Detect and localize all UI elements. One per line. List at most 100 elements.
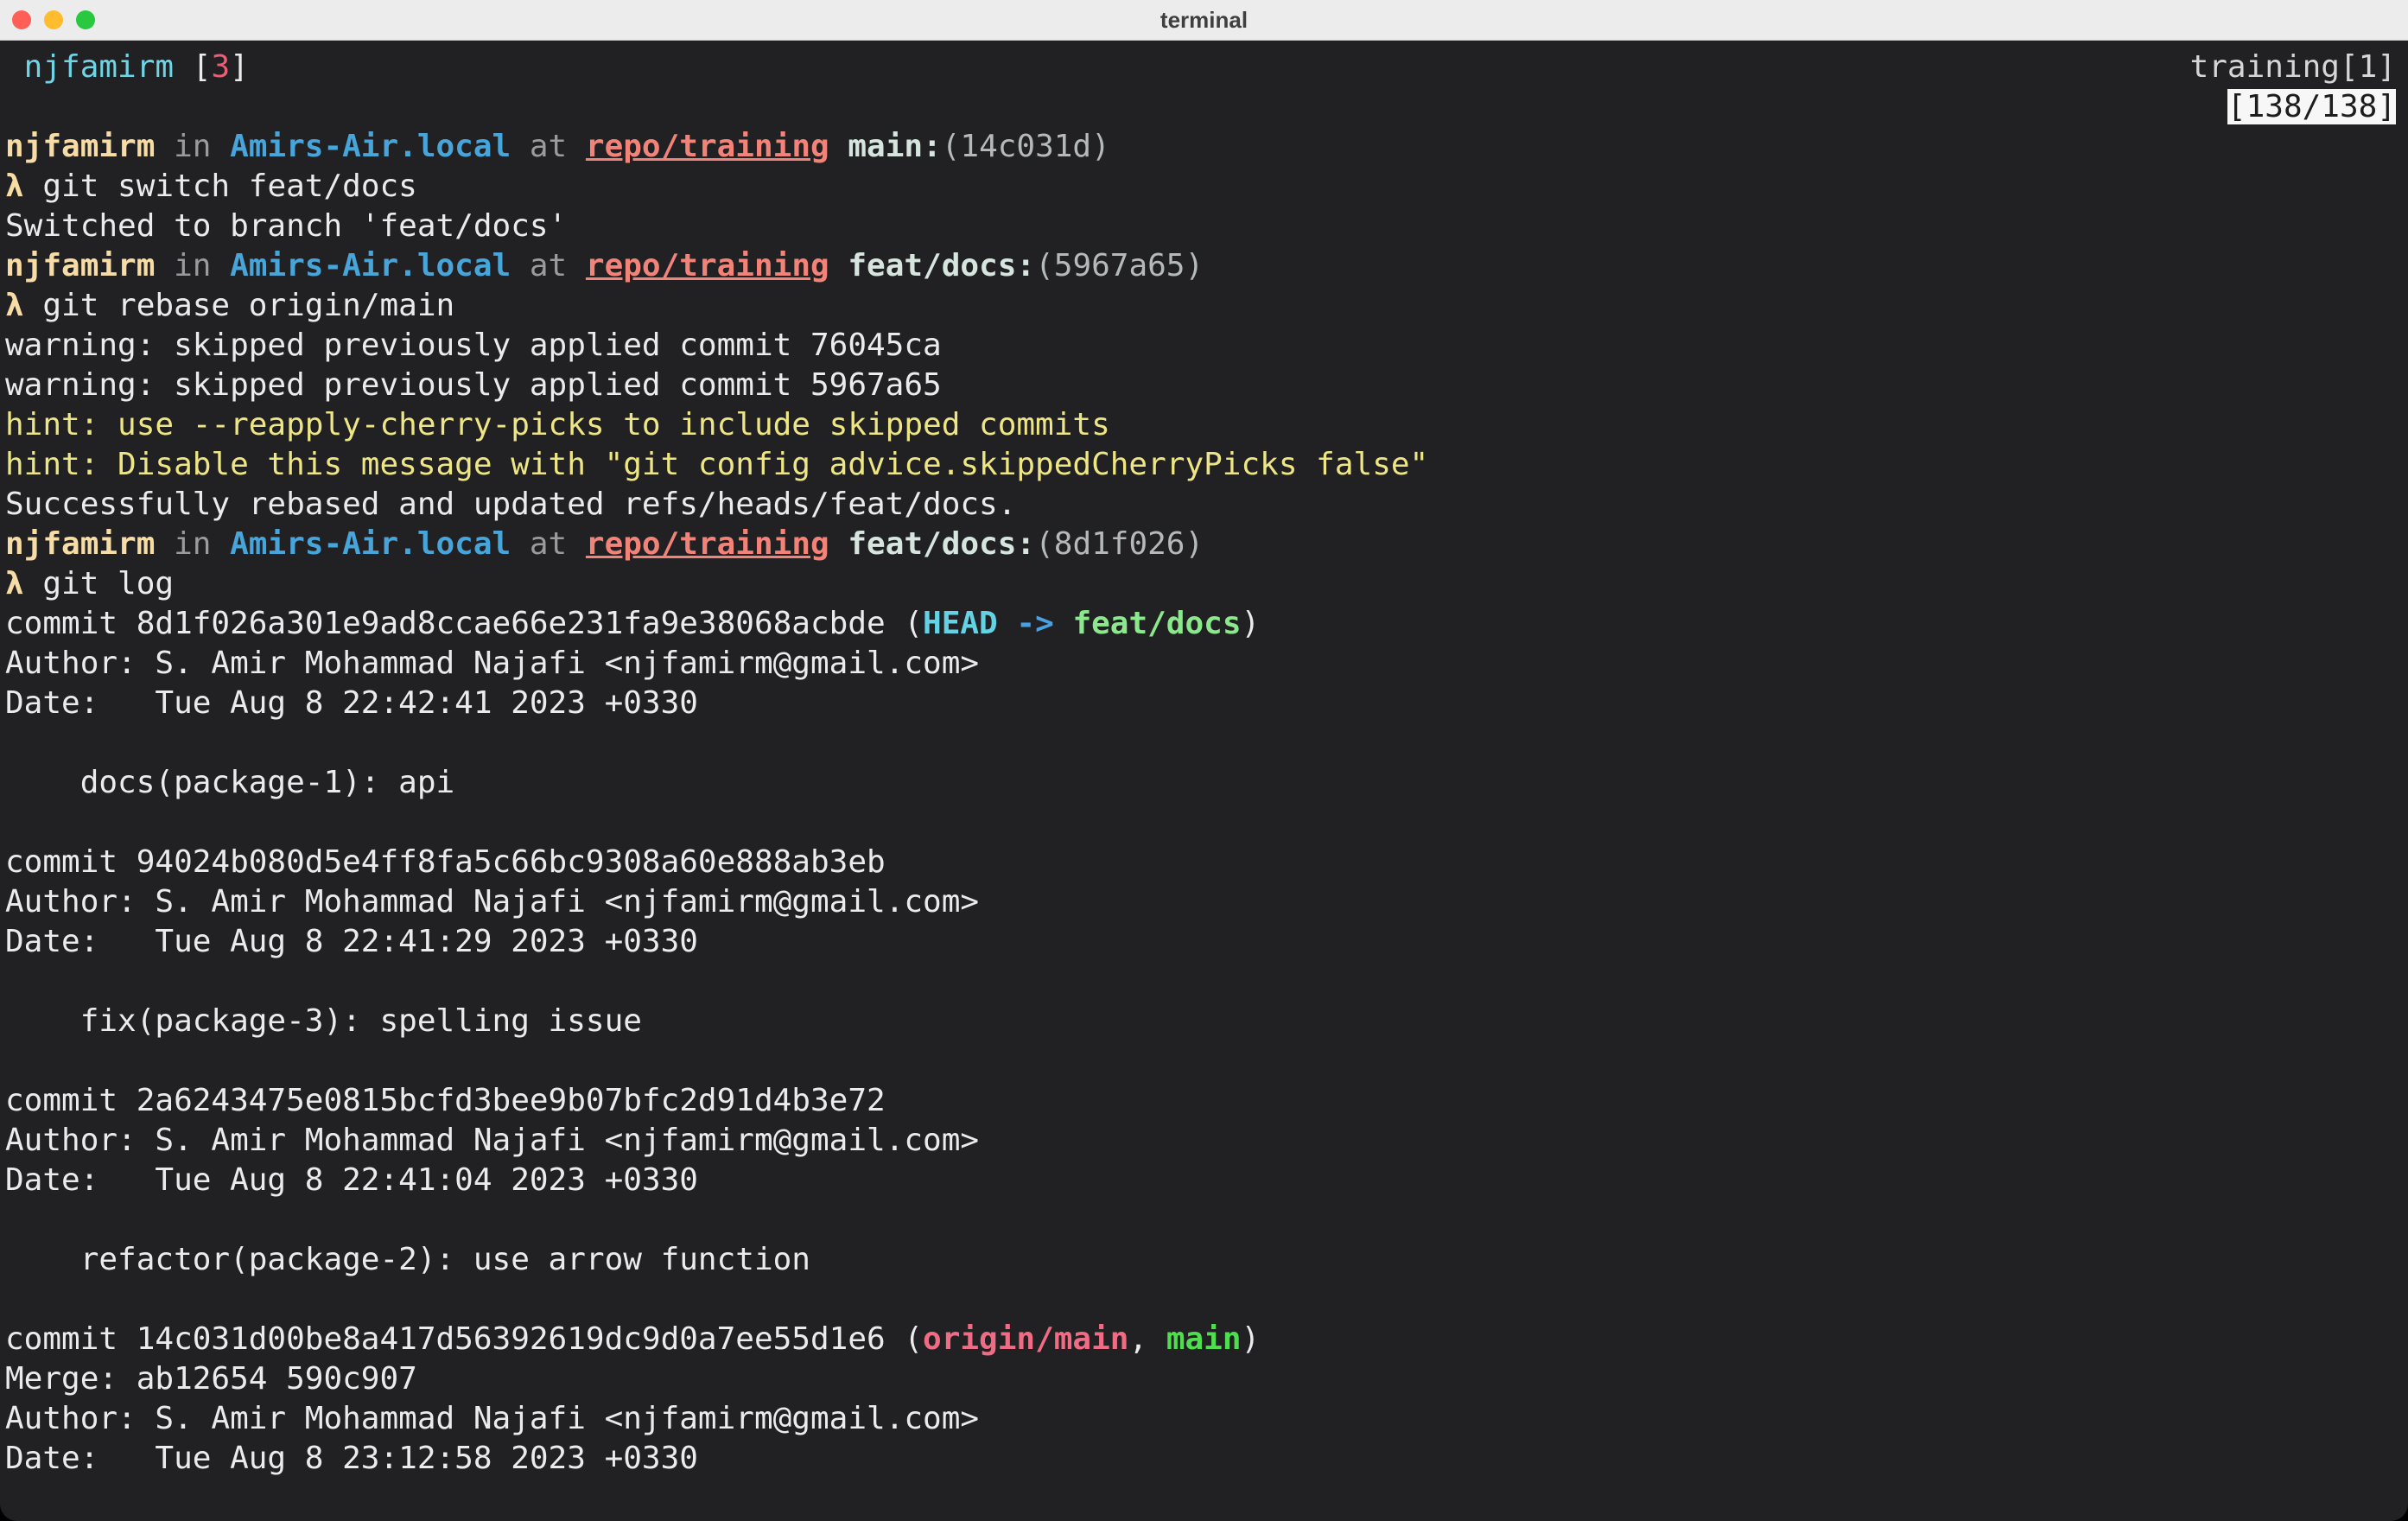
commit-message-line: docs(package-1): api: [5, 763, 2396, 803]
prompt-line: njfamirm in Amirs-Air.local at repo/trai…: [5, 525, 2396, 564]
line-left: Date: Tue Aug 8 22:42:41 2023 +0330: [5, 684, 698, 723]
text-segment: commit 14c031d00be8a417d56392619dc9d0a7e…: [5, 1321, 924, 1357]
output-line: Successfully rebased and updated refs/he…: [5, 485, 2396, 525]
pane-counter-line: [138/138]: [5, 87, 2396, 127]
text-segment: Author: S. Amir Mohammad Najafi <njfamir…: [5, 1401, 980, 1436]
line-left: Merge: ab12654 590c907: [5, 1359, 417, 1399]
line-left: commit 14c031d00be8a417d56392619dc9d0a7e…: [5, 1320, 1260, 1359]
prompt-symbol: λ: [5, 169, 24, 204]
line-left: warning: skipped previously applied comm…: [5, 366, 942, 405]
text-segment: at: [511, 248, 586, 283]
line-left: hint: Disable this message with "git con…: [5, 445, 1428, 485]
line-left: docs(package-1): api: [5, 763, 454, 803]
line-left: njfamirm in Amirs-Air.local at repo/trai…: [5, 246, 1204, 286]
prompt-path: repo/training: [585, 526, 829, 562]
commit-header-line: commit 8d1f026a301e9ad8ccae66e231fa9e380…: [5, 604, 2396, 644]
commit-header-line: commit 94024b080d5e4ff8fa5c66bc9308a60e8…: [5, 843, 2396, 882]
text-segment: Switched to branch 'feat/docs': [5, 208, 568, 244]
text-segment: Date: Tue Aug 8 22:41:29 2023 +0330: [5, 924, 698, 959]
text-segment: in: [155, 526, 231, 562]
line-left: commit 94024b080d5e4ff8fa5c66bc9308a60e8…: [5, 843, 886, 882]
hint-line: hint: use --reapply-cherry-picks to incl…: [5, 405, 2396, 445]
text-segment: hint: Disable this message with "git con…: [5, 447, 1429, 482]
text-segment: at: [511, 129, 586, 164]
text-segment: docs(package-1): api: [5, 765, 455, 800]
text-segment: Merge: ab12654 590c907: [5, 1361, 417, 1397]
text-segment: Author: S. Amir Mohammad Najafi <njfamir…: [5, 884, 980, 920]
prompt-symbol: λ: [5, 566, 24, 601]
line-left: warning: skipped previously applied comm…: [5, 326, 942, 366]
text-segment: Author: S. Amir Mohammad Najafi <njfamir…: [5, 1123, 980, 1158]
commit-header-line: commit 2a6243475e0815bcfd3bee9b07bfc2d91…: [5, 1081, 2396, 1121]
window-title: terminal: [1160, 6, 1248, 33]
date-line: Date: Tue Aug 8 22:42:41 2023 +0330: [5, 684, 2396, 723]
text-segment: refactor(package-2): use arrow function: [5, 1242, 810, 1277]
command-line: λ git switch feat/docs: [5, 167, 2396, 207]
ref-head: HEAD: [923, 606, 998, 641]
line-left: njfamirm in Amirs-Air.local at repo/trai…: [5, 127, 1110, 167]
commit-message-line: fix(package-3): spelling issue: [5, 1002, 2396, 1041]
ref-arrow: ->: [997, 606, 1073, 641]
text-segment: Successfully rebased and updated refs/he…: [5, 487, 1017, 522]
prompt-line: njfamirm in Amirs-Air.local at repo/trai…: [5, 127, 2396, 167]
line-left: hint: use --reapply-cherry-picks to incl…: [5, 405, 1110, 445]
author-line: Author: S. Amir Mohammad Najafi <njfamir…: [5, 882, 2396, 922]
line-left: refactor(package-2): use arrow function: [5, 1240, 810, 1280]
minimize-button[interactable]: [44, 10, 63, 29]
prompt-user: njfamirm: [5, 248, 156, 283]
prompt-host: Amirs-Air.local: [230, 248, 511, 283]
prompt-line: njfamirm in Amirs-Air.local at repo/trai…: [5, 246, 2396, 286]
text-segment: fix(package-3): spelling issue: [5, 1003, 642, 1039]
command-line: λ git rebase origin/main: [5, 286, 2396, 326]
date-line: Date: Tue Aug 8 22:41:04 2023 +0330: [5, 1161, 2396, 1200]
text-segment: [: [192, 49, 212, 85]
line-right: [138/138]: [2227, 87, 2396, 127]
tab-title: njfamirm: [5, 49, 193, 85]
text-segment: Date: Tue Aug 8 22:41:04 2023 +0330: [5, 1162, 698, 1198]
scroll-position-counter: [138/138]: [2227, 89, 2396, 124]
ref-branch: feat/docs: [1072, 606, 1242, 641]
terminal-window: terminal njfamirm [3] training[1] [138/138…: [0, 0, 2408, 1521]
tab-count: 3: [211, 49, 231, 85]
zoom-button[interactable]: [76, 10, 95, 29]
line-left: Author: S. Amir Mohammad Najafi <njfamir…: [5, 644, 979, 684]
text-segment: in: [155, 248, 231, 283]
prompt-host: Amirs-Air.local: [230, 526, 511, 562]
hint-line: hint: Disable this message with "git con…: [5, 445, 2396, 485]
line-left: Author: S. Amir Mohammad Najafi <njfamir…: [5, 882, 979, 922]
output-line: warning: skipped previously applied comm…: [5, 326, 2396, 366]
text-segment: Date: Tue Aug 8 22:42:41 2023 +0330: [5, 685, 698, 721]
author-line: Author: S. Amir Mohammad Najafi <njfamir…: [5, 1121, 2396, 1161]
text-segment: Author: S. Amir Mohammad Najafi <njfamir…: [5, 646, 980, 681]
prompt-commit: (14c031d): [941, 129, 1110, 164]
output-line: Switched to branch 'feat/docs': [5, 207, 2396, 246]
command-line: λ git log: [5, 564, 2396, 604]
date-line: Date: Tue Aug 8 22:41:29 2023 +0330: [5, 922, 2396, 962]
text-segment: hint: use --reapply-cherry-picks to incl…: [5, 407, 1110, 442]
prompt-commit: (8d1f026): [1035, 526, 1204, 562]
session-name: training[1]: [2189, 49, 2396, 85]
commit-header-line: commit 14c031d00be8a417d56392619dc9d0a7e…: [5, 1320, 2396, 1359]
line-left: λ git rebase origin/main: [5, 286, 454, 326]
line-left: commit 8d1f026a301e9ad8ccae66e231fa9e380…: [5, 604, 1260, 644]
text-segment: warning: skipped previously applied comm…: [5, 328, 942, 363]
text-segment: ,: [1128, 1321, 1166, 1357]
line-left: Date: Tue Aug 8 23:12:58 2023 +0330: [5, 1439, 698, 1479]
terminal-screen[interactable]: njfamirm [3] training[1] [138/138] njfamirm…: [0, 41, 2408, 1521]
text-segment: ): [1241, 1321, 1261, 1357]
prompt-symbol: λ: [5, 288, 24, 323]
close-button[interactable]: [12, 10, 31, 29]
tab-line: njfamirm [3] training[1]: [5, 48, 2396, 87]
author-line: Author: S. Amir Mohammad Najafi <njfamir…: [5, 644, 2396, 684]
line-left: njfamirm [3]: [5, 48, 249, 87]
line-left: Author: S. Amir Mohammad Najafi <njfamir…: [5, 1399, 979, 1439]
text-segment: ]: [230, 49, 249, 85]
author-line: Author: S. Amir Mohammad Najafi <njfamir…: [5, 1399, 2396, 1439]
prompt-branch: feat/docs:: [829, 248, 1036, 283]
merge-line: Merge: ab12654 590c907: [5, 1359, 2396, 1399]
line-left: Author: S. Amir Mohammad Najafi <njfamir…: [5, 1121, 979, 1161]
text-segment: warning: skipped previously applied comm…: [5, 367, 942, 403]
